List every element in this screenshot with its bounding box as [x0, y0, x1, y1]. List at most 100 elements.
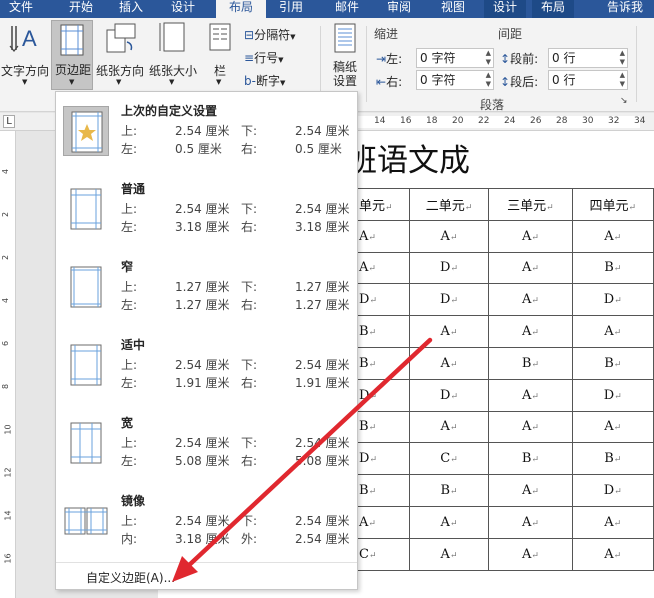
table-row: A↵ A↵ A↵ A↵ [320, 505, 654, 539]
table-cell[interactable]: A↵ [488, 474, 573, 507]
ruler-tick-label: 28 [556, 116, 568, 126]
draft-settings-label: 稿纸 设置 [332, 60, 357, 88]
margin-option-name: 普通 [121, 182, 146, 196]
table-cell[interactable]: A↵ [571, 537, 654, 571]
line-numbers-label: 行号 [254, 51, 279, 65]
ruler-tick-label: 14 [374, 116, 386, 126]
table-cell[interactable]: A↵ [488, 537, 573, 571]
table-cell[interactable]: B↵ [571, 251, 654, 285]
table-cell[interactable]: B↵ [488, 442, 573, 476]
table-cell[interactable]: D↵ [408, 283, 490, 317]
vertical-ruler-tick-label: 4 [1, 297, 11, 304]
paragraph-group-label: 段落 [480, 98, 505, 112]
table-cell[interactable]: A↵ [571, 505, 654, 539]
tab-3[interactable]: 设计 [162, 0, 204, 18]
table-cell[interactable]: A↵ [488, 410, 573, 444]
tab-0[interactable]: 文件 [0, 0, 42, 18]
breaks-button[interactable]: ⊟分隔符▼ [244, 26, 295, 43]
table-cell[interactable]: D↵ [571, 378, 654, 412]
text-direction-icon: A [9, 26, 37, 52]
tab-10[interactable]: 布局 [532, 0, 574, 18]
space-after-spinner[interactable]: 0 行 ▲ ▼ [548, 70, 628, 90]
table-cell[interactable]: A↵ [571, 410, 654, 444]
tab-7[interactable]: 审阅 [378, 0, 420, 18]
table-header-cell[interactable]: 二单元↵ [408, 188, 490, 221]
table-cell[interactable]: D↵ [571, 474, 654, 507]
space-before-value: 0 行 [552, 51, 576, 65]
table-cell[interactable]: A↵ [488, 505, 573, 539]
table-row: B↵ A↵ A↵ A↵ [320, 315, 654, 348]
page-margins-wide-icon [63, 418, 109, 468]
table-cell[interactable]: C↵ [408, 442, 490, 476]
tab-2[interactable]: 插入 [110, 0, 152, 18]
indent-left-label: ⇥左: [376, 52, 403, 66]
draft-settings-button[interactable]: 稿纸 设置 [326, 22, 364, 92]
tab-9[interactable]: 设计 [484, 0, 526, 18]
vertical-ruler[interactable]: 4 2 2 4 6 8 10 12 14 16 [0, 131, 16, 598]
margins-button[interactable]: 页边距 ▼ [51, 20, 93, 90]
orientation-icon [106, 23, 136, 53]
margin-option-3[interactable]: 适中 上: 2.54 厘米 下: 2.54 厘米 左: 1.91 厘米 右: 1.91 … [56, 328, 357, 406]
space-before-spinner[interactable]: 0 行 ▲ ▼ [548, 48, 628, 68]
table-cell[interactable]: A↵ [408, 219, 490, 253]
margin-option-2[interactable]: 窄 上: 1.27 厘米 下: 1.27 厘米 左: 1.27 厘米 右: 1.27 厘… [56, 250, 357, 328]
table-header-cell[interactable]: 四单元↵ [571, 188, 654, 221]
table-header-cell[interactable]: 三单元↵ [488, 188, 573, 221]
ribbon-separator [366, 26, 367, 102]
indent-right-spinner[interactable]: 0 字符 ▲ ▼ [416, 70, 494, 90]
tab-5[interactable]: 引用 [270, 0, 312, 18]
table-cell[interactable]: B↵ [571, 442, 654, 476]
vertical-ruler-tick-label: 2 [1, 211, 11, 218]
table-cell[interactable]: A↵ [488, 251, 573, 285]
breaks-label: 分隔符 [254, 28, 291, 42]
table-row: D↵ D↵ A↵ D↵ [320, 378, 654, 412]
custom-margins-label[interactable]: 自定义边距(A)... [86, 569, 175, 586]
table-cell[interactable]: B↵ [408, 474, 490, 507]
table-cell[interactable]: A↵ [408, 346, 490, 380]
tab-4[interactable]: 布局 [216, 0, 266, 18]
page-margins-moderate-icon [63, 340, 109, 390]
tab-8[interactable]: 视图 [432, 0, 474, 18]
margin-option-5[interactable]: 镜像 上: 2.54 厘米 下: 2.54 厘米 内: 3.18 厘米 外: 2.54 … [56, 484, 357, 562]
table-cell[interactable]: A↵ [408, 537, 490, 571]
paragraph-dialog-launcher-icon[interactable]: ↘ [620, 96, 628, 106]
table-cell[interactable]: B↵ [571, 346, 654, 380]
table-cell[interactable]: B↵ [488, 346, 573, 380]
table-row: B↵ A↵ B↵ B↵ [320, 346, 654, 380]
columns-button[interactable]: 栏 ▼ [204, 20, 236, 92]
table-cell[interactable]: A↵ [488, 219, 573, 253]
ruler-tick-label: 24 [504, 116, 516, 126]
table-cell[interactable]: A↵ [488, 315, 573, 348]
table-cell[interactable]: A↵ [488, 378, 573, 412]
tab-selector[interactable]: L [3, 115, 15, 128]
margin-option-name: 上次的自定义设置 [121, 104, 218, 118]
ruler-tick-label: 30 [582, 116, 594, 126]
table-cell[interactable]: A↵ [571, 219, 654, 253]
hyphenation-button[interactable]: b-断字▼ [244, 72, 285, 89]
orientation-button[interactable]: 纸张方向 ▼ [94, 20, 146, 92]
tab-1[interactable]: 开始 [60, 0, 102, 18]
ribbon-tab-bar: 文件 开始 插入 设计 布局 引用 邮件 审阅 视图 设计 布局 告诉我 [0, 0, 654, 18]
table-cell[interactable]: A↵ [488, 283, 573, 317]
margin-option-4[interactable]: 宽 上: 2.54 厘米 下: 2.54 厘米 左: 5.08 厘米 右: 5.08 厘… [56, 406, 357, 484]
paper-size-button[interactable]: 纸张大小 ▼ [147, 20, 199, 92]
tab-6[interactable]: 邮件 [326, 0, 368, 18]
table-cell[interactable]: A↵ [408, 505, 490, 539]
table-cell[interactable]: D↵ [571, 283, 654, 317]
line-numbers-button[interactable]: ≡行号▼ [244, 49, 283, 66]
tell-me-search[interactable]: 告诉我 [596, 0, 654, 18]
text-direction-button[interactable]: A 文字方向 ▼ [0, 20, 50, 92]
table-cell[interactable]: A↵ [408, 315, 490, 348]
text-direction-label: 文字方向 [0, 64, 49, 78]
margin-option-0[interactable]: 上次的自定义设置 上: 2.54 厘米 下: 2.54 厘米 左: 0.5 厘米 右:… [56, 94, 357, 172]
table-cell[interactable]: D↵ [408, 378, 490, 412]
table-cell[interactable]: A↵ [571, 315, 654, 348]
grades-table[interactable]: 单元↵ 二单元↵ 三单元↵ 四单元↵ A↵ A↵ A↵ A↵ A↵ D↵ A↵ B↵ D↵ D↵ A↵ D↵ B… [320, 188, 654, 571]
orientation-label: 纸张方向 [95, 64, 144, 78]
table-cell[interactable]: D↵ [408, 251, 490, 285]
margin-option-1[interactable]: 普通 上: 2.54 厘米 下: 2.54 厘米 左: 3.18 厘米 右: 3.18 … [56, 172, 357, 250]
indent-left-spinner[interactable]: 0 字符 ▲ ▼ [416, 48, 494, 68]
table-cell[interactable]: A↵ [408, 410, 490, 444]
indent-group-label: 缩进 [374, 27, 399, 41]
space-before-label: ↕段前: [500, 52, 539, 66]
